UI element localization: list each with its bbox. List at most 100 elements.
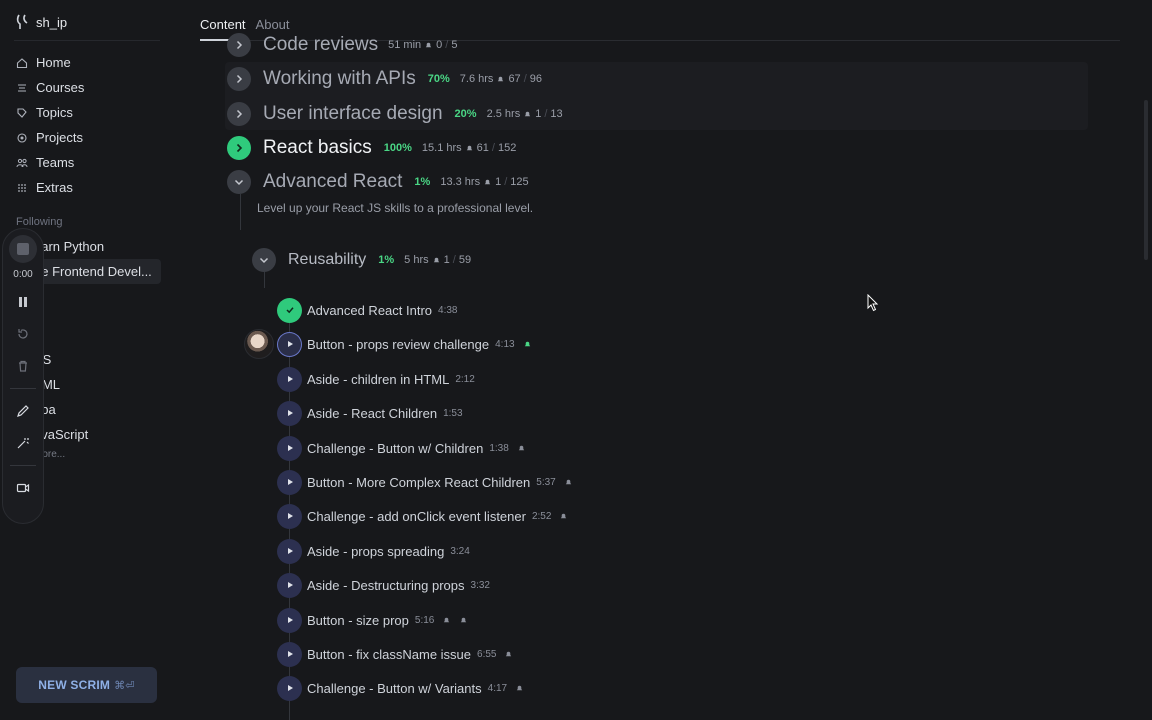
play-button[interactable] (277, 469, 302, 495)
lesson-title: Aside - Destructuring props (307, 577, 465, 593)
lesson-duration: 3:32 (470, 579, 490, 591)
course-row[interactable]: Working with APIs 70% 7.6 hrs 67/96 (227, 65, 542, 93)
collapse-button[interactable] (252, 248, 276, 272)
chevron-right-icon (236, 40, 243, 50)
course-done-count: 0 (436, 39, 443, 51)
bell-icon (425, 42, 432, 48)
course-title: User interface design (263, 103, 443, 124)
lesson-row[interactable]: Aside - props spreading 3:24 (277, 538, 470, 564)
lesson-row[interactable]: Advanced React Intro 4:38 (277, 297, 458, 323)
lesson-duration: 1:53 (443, 407, 463, 419)
play-button[interactable] (277, 675, 302, 701)
lesson-title: Button - size prop (307, 612, 409, 628)
mouse-cursor-icon (867, 294, 879, 312)
play-icon (287, 376, 293, 382)
play-icon (287, 582, 293, 588)
module-row[interactable]: Reusability 1% 5 hrs 1/59 (252, 247, 471, 273)
lesson-duration: 4:17 (487, 682, 508, 694)
course-content: Code reviews 51 min 0/5 Working with API… (0, 0, 1152, 720)
lesson-row[interactable]: Challenge - Button w/ Variants 4:17 (277, 675, 524, 701)
expand-button[interactable] (227, 102, 251, 126)
lesson-row[interactable]: Aside - children in HTML 2:12 (277, 366, 475, 392)
bell-icon (518, 445, 524, 451)
bell-icon (484, 179, 491, 185)
separator: / (445, 39, 449, 51)
lesson-row[interactable]: Button - fix className issue 6:55 (277, 641, 513, 667)
play-icon (287, 341, 293, 347)
course-done-count: 1 (535, 108, 542, 120)
course-progress: 100% (383, 142, 412, 154)
lesson-row[interactable]: Aside - React Children 1:53 (277, 400, 463, 426)
course-row[interactable]: React basics 100% 15.1 hrs 61/152 (227, 134, 516, 162)
expand-button[interactable] (227, 136, 251, 160)
module-progress: 1% (378, 254, 395, 266)
lesson-duration: 5:16 (414, 614, 435, 626)
lesson-duration: 5:37 (536, 476, 556, 488)
separator: / (491, 142, 495, 154)
bell-icon (444, 617, 450, 623)
lesson-row[interactable]: Button - More Complex React Children 5:37 (277, 469, 573, 495)
play-icon (287, 445, 293, 451)
course-row[interactable]: Advanced React 1% 13.3 hrs 1/125 (227, 168, 529, 196)
module-total-count: 59 (458, 254, 472, 266)
chevron-right-icon (236, 143, 243, 153)
course-row[interactable]: Code reviews 51 min 0/5 (227, 31, 457, 59)
bell-icon (565, 479, 571, 485)
lesson-title: Challenge - Button w/ Variants (307, 680, 482, 696)
play-button[interactable] (277, 503, 302, 529)
lesson-duration: 2:52 (531, 510, 552, 522)
play-button[interactable] (277, 641, 302, 667)
lesson-duration: 3:24 (450, 545, 470, 557)
expand-button[interactable] (227, 33, 251, 57)
chevron-down-icon (259, 257, 269, 264)
lesson-row[interactable]: Button - props review challenge 4:13 (277, 331, 532, 357)
play-button[interactable] (277, 538, 302, 564)
lesson-duration: 4:13 (495, 338, 515, 350)
play-button[interactable] (277, 366, 302, 392)
module-meta: 5 hrs 1/59 (404, 254, 471, 266)
course-title: Code reviews (263, 34, 379, 55)
course-done-count: 61 (476, 142, 489, 154)
completed-button[interactable] (277, 297, 302, 323)
course-done-count: 67 (508, 73, 521, 85)
timeline-line (240, 194, 241, 230)
play-button[interactable] (277, 435, 302, 461)
scrollbar[interactable] (1144, 100, 1148, 260)
play-icon (287, 617, 293, 623)
lesson-title: Advanced React Intro (307, 302, 433, 318)
course-progress: 20% (454, 108, 477, 120)
chevron-right-icon (236, 109, 243, 119)
lesson-row[interactable]: Challenge - Button w/ Children 1:38 (277, 435, 526, 461)
lesson-title: Aside - children in HTML (307, 371, 450, 387)
separator: / (452, 254, 456, 266)
course-meta: 51 min 0/5 (388, 39, 457, 51)
module-done-count: 1 (443, 254, 450, 266)
chevron-right-icon (236, 74, 243, 84)
course-row[interactable]: User interface design 20% 2.5 hrs 1/13 (227, 100, 563, 128)
module-title: Reusability (288, 251, 367, 268)
lesson-title: Button - props review challenge (307, 336, 490, 352)
course-meta: 7.6 hrs 67/96 (460, 73, 542, 85)
play-icon (287, 513, 293, 519)
play-icon (287, 685, 293, 691)
play-button[interactable] (277, 400, 302, 426)
play-button[interactable] (277, 572, 302, 598)
course-duration: 13.3 hrs (440, 176, 481, 188)
lesson-row[interactable]: Button - size prop 5:16 (277, 607, 468, 633)
course-duration: 7.6 hrs (459, 73, 494, 85)
collapse-button[interactable] (227, 170, 251, 194)
play-button[interactable] (277, 607, 302, 633)
timeline-line (264, 272, 265, 288)
lesson-duration: 1:38 (489, 442, 509, 454)
avatar (244, 329, 274, 359)
play-button[interactable] (277, 331, 302, 357)
expand-button[interactable] (227, 67, 251, 91)
play-icon (287, 651, 293, 657)
lesson-row[interactable]: Challenge - add onClick event listener 2:… (277, 503, 568, 529)
lesson-row[interactable]: Aside - Destructuring props 3:32 (277, 572, 490, 598)
play-icon (287, 548, 293, 554)
course-duration: 15.1 hrs (421, 142, 462, 154)
bell-icon (516, 685, 523, 691)
play-icon (287, 410, 293, 416)
bell-icon (506, 651, 512, 657)
